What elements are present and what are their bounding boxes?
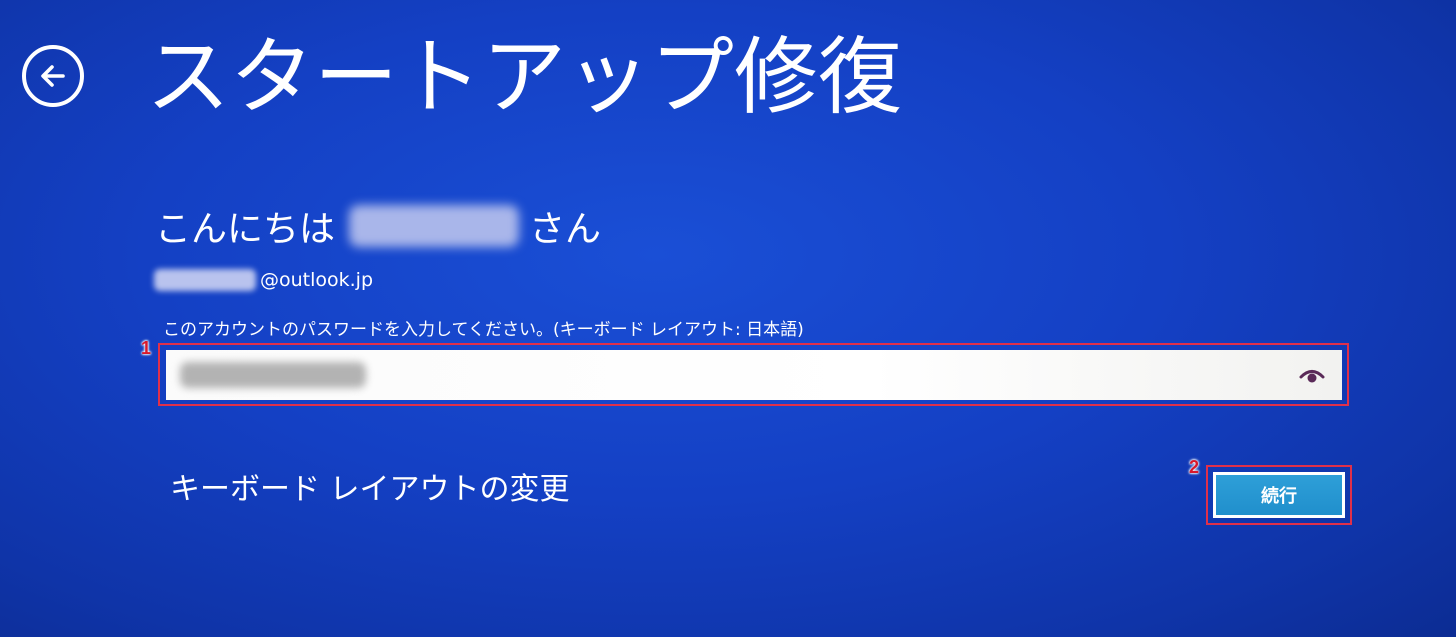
eye-icon (1299, 370, 1325, 383)
account-email: @outlook.jp (154, 266, 373, 294)
password-prompt: このアカウントのパスワードを入力してください。(キーボード レイアウト: 日本語… (163, 320, 804, 340)
password-field[interactable] (166, 350, 1342, 400)
continue-button[interactable]: 続行 (1213, 472, 1345, 518)
blurred-email-user (154, 269, 256, 291)
reveal-password-button[interactable] (1298, 363, 1326, 387)
greeting-suffix: さん (529, 209, 602, 250)
back-button[interactable] (22, 45, 84, 107)
annotation-number-1: 1 (141, 338, 152, 358)
greeting: こんにちは さん (155, 196, 601, 256)
back-arrow-icon (41, 65, 65, 87)
annotation-number-2: 2 (1189, 457, 1200, 477)
password-input[interactable] (166, 350, 1342, 400)
email-domain: @outlook.jp (260, 269, 374, 291)
change-keyboard-layout-link[interactable]: キーボード レイアウトの変更 (170, 464, 570, 508)
greeting-prefix: こんにちは (155, 209, 336, 250)
blurred-user-name (349, 205, 520, 247)
page-title: スタートアップ修復 (146, 28, 903, 126)
